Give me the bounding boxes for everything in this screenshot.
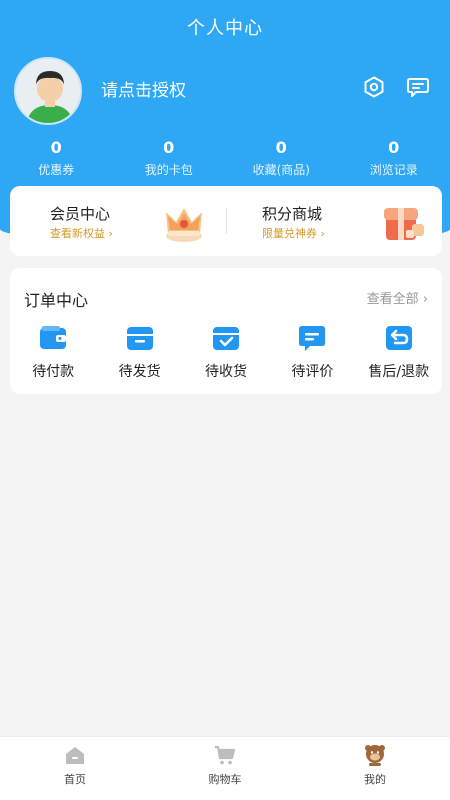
bottom-tab-bar: 首页 购物车 我的 (0, 736, 450, 800)
order-status-label: 待评价 (291, 364, 334, 380)
stat-value: 0 (275, 138, 287, 157)
order-status-row: 待付款 待发货 待收货 待评价 售后/退款 (10, 320, 442, 381)
stat-label: 浏览记录 (369, 163, 418, 177)
tab-label: 我的 (364, 773, 386, 786)
stat-value: 0 (50, 138, 62, 157)
order-pending-payment[interactable]: 待付款 (10, 320, 96, 381)
gift-box-icon (380, 200, 426, 244)
wallet-icon (37, 323, 69, 353)
stat-history[interactable]: 0 浏览记录 (338, 138, 450, 178)
stat-value: 0 (163, 138, 175, 157)
promo-subtitle: 查看新权益 › (50, 227, 113, 240)
authorize-prompt[interactable]: 请点击授权 (101, 76, 186, 101)
member-center-entry[interactable]: 会员中心 查看新权益 › (10, 186, 226, 256)
tab-home[interactable]: 首页 (0, 737, 150, 800)
order-status-label: 待发货 (118, 364, 161, 380)
view-all-orders-link[interactable]: 查看全部 › (367, 288, 428, 307)
stat-card-wallet[interactable]: 0 我的卡包 (113, 138, 226, 178)
promo-subtitle: 限量兑神券 › (262, 227, 325, 240)
order-to-ship[interactable]: 待发货 (96, 320, 182, 381)
settings-icon[interactable] (362, 75, 386, 99)
order-status-label: 待收货 (204, 364, 247, 380)
avatar[interactable] (14, 57, 82, 125)
message-icon[interactable] (406, 75, 430, 99)
stat-label: 收藏(商品) (252, 163, 310, 177)
tab-label: 购物车 (208, 773, 242, 786)
order-center-card: 订单中心 查看全部 › 待付款 待发货 待收货 待评价 售后/退款 (10, 268, 442, 394)
crown-icon (160, 200, 208, 244)
order-to-review[interactable]: 待评价 (269, 320, 355, 381)
refund-icon (383, 323, 415, 353)
stat-label: 优惠券 (38, 163, 75, 177)
receive-icon (210, 323, 242, 353)
points-mall-entry[interactable]: 积分商城 限量兑神券 › (226, 186, 442, 256)
promo-title: 会员中心 (50, 205, 111, 223)
order-after-sales[interactable]: 售后/退款 (356, 320, 442, 381)
stat-value: 0 (388, 138, 400, 157)
page-title: 个人中心 (187, 18, 263, 39)
stats-row: 0 优惠券 0 我的卡包 0 收藏(商品) 0 浏览记录 (0, 138, 450, 178)
box-icon (124, 323, 156, 353)
order-status-label: 待付款 (32, 364, 75, 380)
order-to-receive[interactable]: 待收货 (183, 320, 269, 381)
promo-title: 积分商城 (262, 205, 323, 223)
tab-cart[interactable]: 购物车 (150, 737, 300, 800)
order-status-label: 售后/退款 (368, 364, 430, 380)
profile-icon (363, 743, 387, 767)
promo-card: 会员中心 查看新权益 › 积分商城 限量兑神券 › (10, 186, 442, 256)
stat-label: 我的卡包 (144, 163, 193, 177)
cart-icon (213, 743, 237, 767)
comment-icon (296, 323, 328, 353)
tab-profile[interactable]: 我的 (300, 737, 450, 800)
order-center-title: 订单中心 (24, 291, 89, 310)
stat-favorites[interactable]: 0 收藏(商品) (225, 138, 338, 178)
stat-coupons[interactable]: 0 优惠券 (0, 138, 113, 178)
home-icon (63, 743, 87, 767)
tab-label: 首页 (64, 773, 86, 786)
